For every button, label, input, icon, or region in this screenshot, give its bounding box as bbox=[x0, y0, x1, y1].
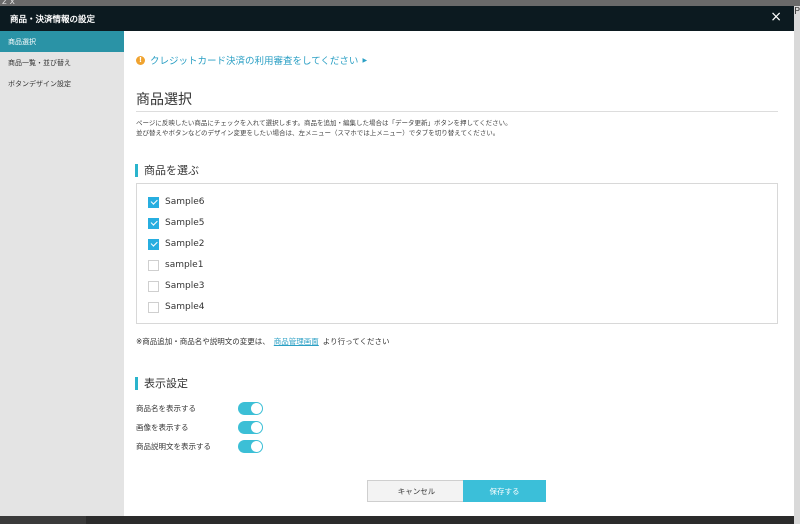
modal-header: 商品・決済情報の設定 × bbox=[0, 6, 794, 31]
checkbox[interactable] bbox=[148, 196, 159, 208]
product-checkbox-list: Sample6 Sample5 Sample2 sample1 Sample3 … bbox=[136, 183, 778, 324]
description-line-1: ページに反映したい商品にチェックを入れて選択します。商品を追加・編集した場合は「… bbox=[136, 119, 512, 127]
setting-label: 商品名を表示する bbox=[136, 403, 196, 413]
checkbox[interactable] bbox=[148, 217, 159, 229]
checkbox[interactable] bbox=[148, 301, 159, 313]
cancel-button[interactable]: キャンセル bbox=[367, 480, 466, 502]
close-icon[interactable]: × bbox=[770, 9, 782, 25]
product-management-link[interactable]: 商品管理画面 bbox=[274, 336, 319, 347]
product-option-sample4[interactable]: Sample4 bbox=[148, 300, 204, 314]
sidebar-item-label: 商品一覧・並び替え bbox=[8, 58, 71, 67]
save-button[interactable]: 保存する bbox=[463, 480, 546, 502]
description-line-2: 並び替えやボタンなどのデザイン変更をしたい場合は、左メニュー（スマホでは上メニュ… bbox=[136, 129, 500, 137]
product-label: Sample4 bbox=[165, 302, 205, 312]
page-description: ページに反映したい商品にチェックを入れて選択します。商品を追加・編集した場合は「… bbox=[136, 118, 512, 138]
show-image-toggle[interactable] bbox=[238, 420, 263, 434]
setting-label: 画像を表示する bbox=[136, 422, 189, 432]
checkbox[interactable] bbox=[148, 259, 159, 271]
title-divider bbox=[136, 111, 778, 112]
notice-text: クレジットカード決済の利用審査をしてください bbox=[150, 56, 359, 67]
sidebar-item-button-design[interactable]: ボタンデザイン設定 bbox=[0, 73, 124, 94]
product-label: sample1 bbox=[165, 260, 204, 270]
arrow-right-icon: ▶ bbox=[362, 56, 368, 64]
products-heading: 商品を選ぶ bbox=[135, 164, 199, 177]
main-content: ! クレジットカード決済の利用審査をしてください ▶ 商品選択 ページに反映した… bbox=[124, 31, 794, 516]
product-option-sample1[interactable]: sample1 bbox=[148, 258, 203, 272]
product-option-sample5[interactable]: Sample5 bbox=[148, 216, 204, 230]
product-option-sample2[interactable]: Sample2 bbox=[148, 237, 204, 251]
setting-row-show-image: 画像を表示する bbox=[136, 420, 263, 434]
checkbox[interactable] bbox=[148, 280, 159, 292]
checkbox[interactable] bbox=[148, 238, 159, 250]
background-bottom-bar bbox=[86, 516, 794, 524]
sidebar-item-product-select[interactable]: 商品選択 bbox=[0, 31, 124, 52]
sidebar: 商品選択 商品一覧・並び替え ボタンデザイン設定 bbox=[0, 31, 124, 516]
warning-icon: ! bbox=[136, 55, 145, 65]
setting-row-show-name: 商品名を表示する bbox=[136, 401, 263, 415]
product-label: Sample6 bbox=[165, 197, 205, 207]
setting-row-show-description: 商品説明文を表示する bbox=[136, 439, 263, 453]
note-prefix: ※商品追加・商品名や説明文の変更は、 bbox=[136, 337, 270, 346]
background-right-letter: P bbox=[793, 6, 800, 17]
modal-title: 商品・決済情報の設定 bbox=[10, 14, 96, 25]
display-settings-heading: 表示設定 bbox=[135, 377, 188, 390]
product-label: Sample2 bbox=[165, 239, 205, 249]
product-option-sample6[interactable]: Sample6 bbox=[148, 195, 204, 209]
sidebar-item-product-list[interactable]: 商品一覧・並び替え bbox=[0, 52, 124, 73]
product-option-sample3[interactable]: Sample3 bbox=[148, 279, 204, 293]
sidebar-item-label: ボタンデザイン設定 bbox=[8, 79, 71, 88]
product-management-note: ※商品追加・商品名や説明文の変更は、 商品管理画面 より行ってください bbox=[136, 336, 390, 347]
setting-label: 商品説明文を表示する bbox=[136, 441, 211, 451]
product-label: Sample3 bbox=[165, 281, 205, 291]
credit-review-link[interactable]: ! クレジットカード決済の利用審査をしてください ▶ bbox=[136, 53, 367, 67]
sidebar-item-label: 商品選択 bbox=[8, 37, 36, 46]
show-name-toggle[interactable] bbox=[238, 401, 263, 415]
show-description-toggle[interactable] bbox=[238, 439, 263, 453]
product-label: Sample5 bbox=[165, 218, 205, 228]
note-suffix: より行ってください bbox=[322, 337, 390, 346]
settings-modal: 商品・決済情報の設定 × 商品選択 商品一覧・並び替え ボタンデザイン設定 ! … bbox=[0, 6, 794, 516]
page-title: 商品選択 bbox=[136, 92, 192, 108]
background-right-panel bbox=[794, 6, 800, 524]
